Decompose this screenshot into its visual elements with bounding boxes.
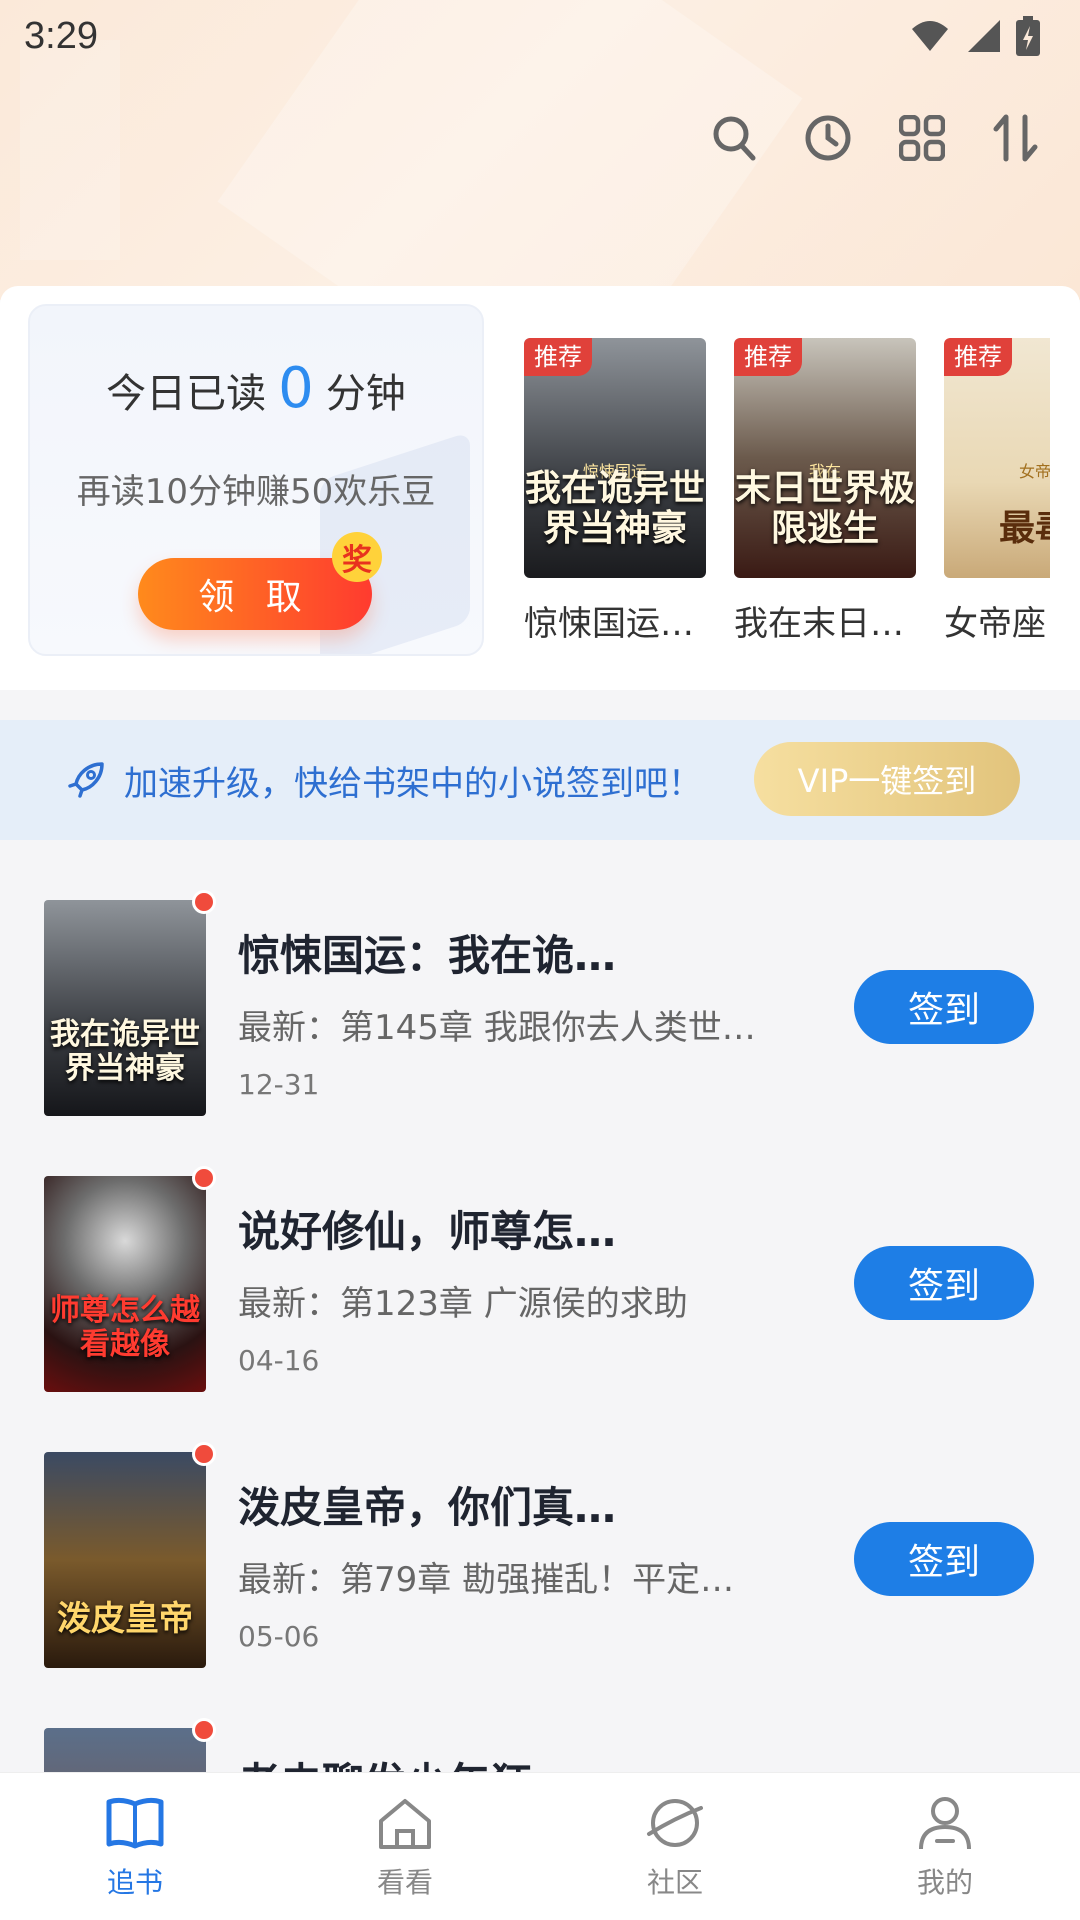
update-date: 05-06: [238, 1620, 320, 1653]
recommend-tag: 推荐: [524, 338, 592, 376]
search-icon[interactable]: [710, 110, 758, 166]
book-cover: 师尊怎么越看越像: [44, 1176, 206, 1392]
history-clock-icon[interactable]: [804, 110, 852, 166]
nav-item-shequ[interactable]: 社区: [540, 1773, 810, 1920]
book-title: 说好修仙，师尊怎…: [238, 1207, 617, 1256]
status-bar: 3:29: [0, 0, 1080, 72]
today-reading-card[interactable]: 今日已读 0 分钟 再读10分钟赚50欢乐豆 领 取 奖: [28, 304, 484, 656]
nav-label: 看看: [376, 1866, 433, 1899]
recommended-book[interactable]: 惊悚国运 我在诡异世界当神豪 推荐 惊悚国运…: [524, 338, 706, 645]
book-cover: 我在 末日世界极限逃生 推荐: [734, 338, 916, 578]
rocket-icon: [68, 762, 104, 798]
nav-label: 我的: [916, 1866, 973, 1899]
recommended-book[interactable]: 女帝 最毒 推荐 女帝座: [944, 338, 1050, 645]
recommended-book-title: 惊悚国运…: [524, 604, 694, 644]
today-read-line: 今日已读 0 分钟: [30, 356, 482, 421]
today-read-subtitle: 再读10分钟赚50欢乐豆: [76, 472, 436, 512]
today-read-suffix: 分钟: [325, 371, 406, 417]
latest-chapter: 最新：第145章 我跟你去人类世…: [238, 1008, 756, 1048]
reading-panel: 今日已读 0 分钟 再读10分钟赚50欢乐豆 领 取 奖 惊悚国运 我在诡异世界当神…: [0, 286, 1080, 690]
cell-signal-icon: [968, 20, 1000, 52]
vip-sign-all-button[interactable]: VIP一键签到: [754, 742, 1020, 816]
cover-title: 师尊怎么越看越像: [50, 1293, 200, 1362]
cover-title: 最毒: [998, 507, 1050, 549]
update-dot: [192, 890, 216, 914]
book-cover: 惊悚国运 我在诡异世界当神豪 推荐: [524, 338, 706, 578]
nav-item-kankan[interactable]: 看看: [270, 1773, 540, 1920]
recommend-tag: 推荐: [734, 338, 802, 376]
grid-icon[interactable]: [898, 110, 946, 166]
sort-icon[interactable]: [992, 110, 1040, 166]
profile-icon: [913, 1791, 977, 1855]
update-dot: [192, 1166, 216, 1190]
cover-title: 泼皮皇帝: [57, 1599, 193, 1639]
bookshelf-item[interactable]: 泼皮皇帝 泼皮皇帝，你们真… 最新：第79章 勘强摧乱！平定… 05-06 签到: [0, 1412, 1080, 1688]
vip-banner-text: 加速升级，快给书架中的小说签到吧！: [124, 763, 702, 804]
recommended-book-title: 我在末日…: [734, 604, 904, 644]
book-title: 惊悚国运：我在诡…: [238, 931, 617, 980]
recommend-tag: 推荐: [944, 338, 1012, 376]
sign-in-button[interactable]: 签到: [854, 970, 1034, 1044]
recommended-book[interactable]: 我在 末日世界极限逃生 推荐 我在末日…: [734, 338, 916, 645]
update-date: 12-31: [238, 1068, 320, 1101]
sign-in-button[interactable]: 签到: [854, 1246, 1034, 1320]
bookshelf-item[interactable]: 师尊怎么越看越像 说好修仙，师尊怎… 最新：第123章 广源侯的求助 04-16…: [0, 1136, 1080, 1412]
vip-banner: 加速升级，快给书架中的小说签到吧！ VIP一键签到: [0, 720, 1080, 840]
battery-icon: [1016, 16, 1040, 56]
wifi-icon: [912, 21, 948, 51]
cover-title: 我在诡异世界当神豪: [524, 467, 705, 549]
update-dot: [192, 1442, 216, 1466]
nav-item-zhuishu[interactable]: 追书: [0, 1773, 270, 1920]
top-toolbar: [710, 110, 1040, 166]
bottom-navigation: 追书 看看 社区 我的: [0, 1772, 1080, 1920]
cover-title: 我在诡异世界当神豪: [50, 1017, 200, 1086]
nav-label: 社区: [646, 1866, 703, 1899]
sign-in-button[interactable]: 签到: [854, 1522, 1034, 1596]
nav-label: 追书: [106, 1866, 163, 1899]
cover-title: 末日世界极限逃生: [734, 467, 915, 549]
book-cover: 我在诡异世界当神豪: [44, 900, 206, 1116]
latest-chapter: 最新：第79章 勘强摧乱！平定…: [238, 1560, 735, 1600]
reward-badge: 奖: [332, 532, 382, 582]
home-icon: [373, 1791, 437, 1855]
bookshelf-item[interactable]: 我在诡异世界当神豪 惊悚国运：我在诡… 最新：第145章 我跟你去人类世… 12…: [0, 860, 1080, 1136]
book-icon: [103, 1791, 167, 1855]
latest-chapter: 最新：第123章 广源侯的求助: [238, 1284, 688, 1324]
status-time: 3:29: [24, 14, 98, 57]
book-cover: 女帝 最毒 推荐: [944, 338, 1050, 578]
recommended-book-title: 女帝座: [944, 604, 1046, 644]
cover-subtitle: 女帝: [1018, 462, 1050, 481]
book-cover: 泼皮皇帝: [44, 1452, 206, 1668]
planet-icon: [643, 1791, 707, 1855]
today-read-prefix: 今日已读: [106, 371, 267, 417]
update-dot: [192, 1718, 216, 1742]
nav-item-wode[interactable]: 我的: [810, 1773, 1080, 1920]
update-date: 04-16: [238, 1344, 320, 1377]
today-read-minutes: 0: [278, 356, 314, 421]
header-decoration: [20, 40, 120, 260]
book-title: 泼皮皇帝，你们真…: [238, 1483, 617, 1532]
